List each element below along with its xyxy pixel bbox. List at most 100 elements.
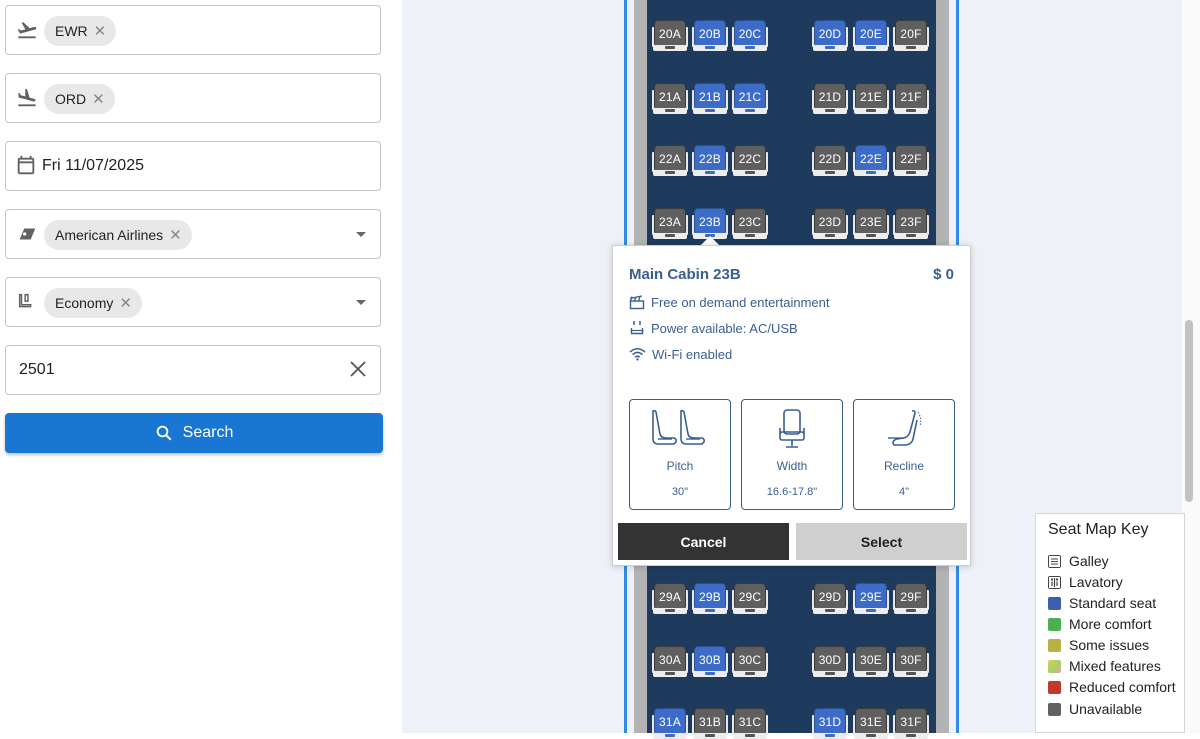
cabin-chip[interactable]: Economy ✕ bbox=[44, 288, 142, 318]
seat-29c[interactable]: 29C bbox=[732, 583, 768, 614]
seat-30a[interactable]: 30A bbox=[652, 646, 688, 677]
seat-22b[interactable]: 22B bbox=[692, 145, 728, 176]
seat-label: 31C bbox=[738, 715, 762, 729]
popover-price: $ 0 bbox=[933, 266, 954, 283]
legend-label: Mixed features bbox=[1069, 658, 1161, 674]
destination-field[interactable]: ORD ✕ bbox=[5, 73, 381, 123]
flight-number-input[interactable]: 2501 bbox=[19, 361, 55, 379]
seat-31c[interactable]: 31C bbox=[732, 708, 768, 739]
seat-29e[interactable]: 29E bbox=[853, 583, 889, 614]
feature-label: Power available: AC/USB bbox=[651, 320, 798, 336]
seat-21c[interactable]: 21C bbox=[732, 83, 768, 114]
seat-label: 20B bbox=[699, 27, 721, 41]
seat-30b[interactable]: 30B bbox=[692, 646, 728, 677]
destination-chip-label: ORD bbox=[55, 91, 87, 107]
seat-label: 31F bbox=[900, 715, 922, 729]
seat-22e[interactable]: 22E bbox=[853, 145, 889, 176]
seat-cushion bbox=[813, 608, 847, 614]
seat-23e[interactable]: 23E bbox=[853, 208, 889, 239]
seat-cushion bbox=[854, 671, 888, 677]
seat-20c[interactable]: 20C bbox=[732, 20, 768, 51]
seat-label: 22E bbox=[860, 152, 882, 166]
seat-label: 23E bbox=[860, 215, 882, 229]
seat-21d[interactable]: 21D bbox=[812, 83, 848, 114]
seat-label: 29D bbox=[818, 590, 842, 604]
seat-label: 23F bbox=[900, 215, 922, 229]
feature-power: Power available: AC/USB bbox=[629, 319, 798, 337]
legend-swatch bbox=[1048, 638, 1061, 652]
seat-29f[interactable]: 29F bbox=[893, 583, 929, 614]
scrollbar-thumb[interactable] bbox=[1185, 320, 1193, 502]
seat-30f[interactable]: 30F bbox=[893, 646, 929, 677]
select-button[interactable]: Select bbox=[796, 523, 967, 560]
seat-label: 29F bbox=[900, 590, 922, 604]
seat-23c[interactable]: 23C bbox=[732, 208, 768, 239]
seat-29b[interactable]: 29B bbox=[692, 583, 728, 614]
close-icon[interactable]: ✕ bbox=[119, 294, 132, 312]
seat-20f[interactable]: 20F bbox=[893, 20, 929, 51]
seat-20a[interactable]: 20A bbox=[652, 20, 688, 51]
seat-29d[interactable]: 29D bbox=[812, 583, 848, 614]
seat-label: 31D bbox=[818, 715, 842, 729]
destination-chip[interactable]: ORD ✕ bbox=[44, 84, 115, 114]
seat-31a[interactable]: 31A bbox=[652, 708, 688, 739]
seat-cushion bbox=[854, 108, 888, 114]
seat-31d[interactable]: 31D bbox=[812, 708, 848, 739]
seat-30e[interactable]: 30E bbox=[853, 646, 889, 677]
seat-cushion bbox=[894, 233, 928, 239]
card-label: Width bbox=[776, 459, 808, 473]
seat-label: 21C bbox=[738, 90, 762, 104]
seat-cushion bbox=[653, 733, 687, 739]
seat-label: 29E bbox=[860, 590, 882, 604]
seat-30c[interactable]: 30C bbox=[732, 646, 768, 677]
chevron-down-icon[interactable] bbox=[356, 300, 366, 305]
seat-22d[interactable]: 22D bbox=[812, 145, 848, 176]
seat-31e[interactable]: 31E bbox=[853, 708, 889, 739]
seat-21e[interactable]: 21E bbox=[853, 83, 889, 114]
clear-icon[interactable] bbox=[348, 359, 368, 379]
seat-cushion bbox=[894, 733, 928, 739]
chevron-down-icon[interactable] bbox=[356, 232, 366, 237]
close-icon[interactable]: ✕ bbox=[169, 226, 182, 244]
seat-22f[interactable]: 22F bbox=[893, 145, 929, 176]
seat-cushion bbox=[894, 108, 928, 114]
cancel-button[interactable]: Cancel bbox=[618, 523, 789, 560]
search-icon bbox=[156, 425, 172, 441]
close-icon[interactable]: ✕ bbox=[92, 90, 105, 108]
seat-23a[interactable]: 23A bbox=[652, 208, 688, 239]
seat-31b[interactable]: 31B bbox=[692, 708, 728, 739]
seat-21b[interactable]: 21B bbox=[692, 83, 728, 114]
seat-label: 29A bbox=[659, 590, 681, 604]
seat-23d[interactable]: 23D bbox=[812, 208, 848, 239]
seat-30d[interactable]: 30D bbox=[812, 646, 848, 677]
seat-21f[interactable]: 21F bbox=[893, 83, 929, 114]
seat-label: 21D bbox=[818, 90, 842, 104]
seat-20d[interactable]: 20D bbox=[812, 20, 848, 51]
seat-cushion bbox=[653, 233, 687, 239]
cabin-chip-label: Economy bbox=[55, 295, 114, 311]
search-button[interactable]: Search bbox=[5, 413, 383, 453]
seat-23f[interactable]: 23F bbox=[893, 208, 929, 239]
seat-31f[interactable]: 31F bbox=[893, 708, 929, 739]
flight-number-field[interactable]: 2501 bbox=[5, 345, 381, 395]
origin-chip[interactable]: EWR ✕ bbox=[44, 16, 117, 46]
cabin-field[interactable]: Economy ✕ bbox=[5, 277, 381, 327]
seat-22a[interactable]: 22A bbox=[652, 145, 688, 176]
origin-field[interactable]: EWR ✕ bbox=[5, 5, 381, 55]
seat-cushion bbox=[653, 608, 687, 614]
close-icon[interactable]: ✕ bbox=[94, 22, 107, 40]
seat-22c[interactable]: 22C bbox=[732, 145, 768, 176]
seat-cushion bbox=[813, 671, 847, 677]
airline-chip[interactable]: American Airlines ✕ bbox=[44, 220, 192, 250]
date-field[interactable]: Fri 11/07/2025 bbox=[5, 141, 381, 191]
legend-item-galley: Galley bbox=[1048, 552, 1109, 570]
seat-label: 23C bbox=[738, 215, 762, 229]
seat-cushion bbox=[854, 608, 888, 614]
seat-23b[interactable]: 23B bbox=[692, 208, 728, 239]
seat-21a[interactable]: 21A bbox=[652, 83, 688, 114]
seat-20b[interactable]: 20B bbox=[692, 20, 728, 51]
seat-29a[interactable]: 29A bbox=[652, 583, 688, 614]
seat-cushion bbox=[813, 233, 847, 239]
airline-field[interactable]: American Airlines ✕ bbox=[5, 209, 381, 259]
seat-20e[interactable]: 20E bbox=[853, 20, 889, 51]
